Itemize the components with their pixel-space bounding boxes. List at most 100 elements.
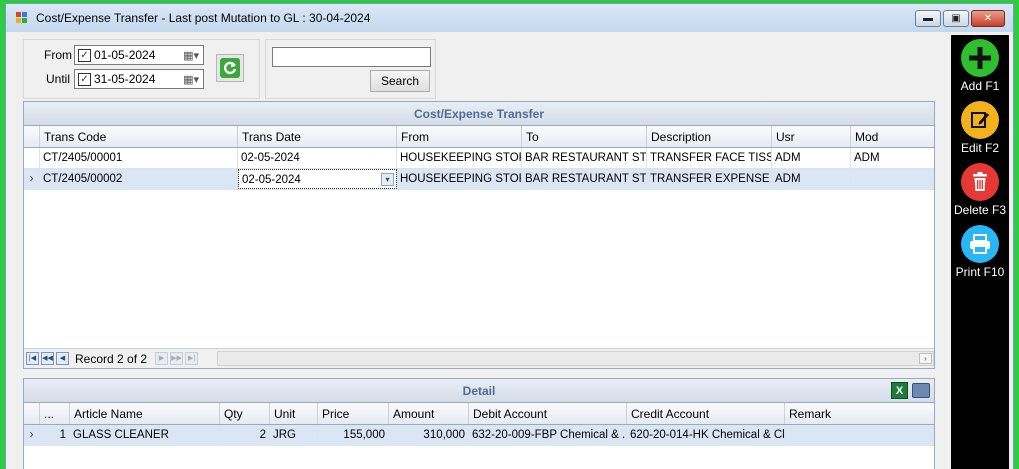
- column-header-no[interactable]: ...: [40, 403, 70, 424]
- column-header-unit[interactable]: Unit: [270, 403, 318, 424]
- cell-trans-date[interactable]: 02-05-2024: [238, 148, 397, 168]
- edit-button[interactable]: Edit F2: [951, 101, 1009, 155]
- calendar-dropdown-icon[interactable]: ▦▾: [183, 49, 199, 62]
- column-header-description[interactable]: Description: [647, 126, 772, 147]
- column-header-amount[interactable]: Amount: [389, 403, 469, 424]
- printer-icon: [961, 225, 999, 263]
- until-date-picker[interactable]: ✓ 31-05-2024 ▦▾: [74, 69, 204, 89]
- maximize-icon: ▣: [951, 13, 961, 24]
- detail-row-selected[interactable]: › 1 GLASS CLEANER 2 JRG 155,000 310,000 …: [24, 425, 934, 446]
- transfer-grid-header: Trans Code Trans Date From To Descriptio…: [24, 126, 934, 148]
- from-date-picker[interactable]: ✓ 01-05-2024 ▦▾: [74, 45, 204, 65]
- maximize-button[interactable]: ▣: [943, 10, 969, 27]
- print-preview-icon[interactable]: [912, 383, 930, 398]
- excel-export-icon[interactable]: X: [891, 382, 908, 399]
- first-record-icon[interactable]: |◀: [26, 352, 39, 365]
- table-row-selected[interactable]: › CT/2405/00002 02-05-2024 ▾ HOUSEKEEPIN…: [24, 169, 934, 190]
- scroll-right-icon[interactable]: ›: [919, 353, 932, 364]
- search-button[interactable]: Search: [370, 70, 430, 92]
- delete-button[interactable]: Delete F3: [951, 163, 1009, 217]
- cell-description[interactable]: TRANSFER FACE TISS...: [647, 148, 772, 168]
- edit-icon: [961, 101, 999, 139]
- next-record-icon[interactable]: ▶: [155, 352, 169, 365]
- cell-to[interactable]: BAR RESTAURANT ST...: [522, 169, 647, 189]
- cell-mod[interactable]: [851, 169, 934, 189]
- trash-icon: [961, 163, 999, 201]
- row-indicator-header: [24, 403, 40, 424]
- dropdown-arrow-icon[interactable]: ▾: [381, 173, 394, 186]
- prev-record-icon[interactable]: ◀: [56, 352, 69, 365]
- window-controls: ▬ ▣ ✕: [915, 10, 1005, 27]
- table-row[interactable]: CT/2405/00001 02-05-2024 HOUSEKEEPING ST…: [24, 148, 934, 169]
- refresh-button[interactable]: [216, 54, 244, 82]
- cell-trans-date-editor[interactable]: 02-05-2024 ▾: [238, 169, 397, 189]
- cell-description[interactable]: TRANSFER EXPENSE ...: [647, 169, 772, 189]
- prev-page-icon[interactable]: ◀◀: [41, 352, 54, 365]
- calendar-dropdown-icon[interactable]: ▦▾: [183, 73, 199, 86]
- row-indicator: ›: [24, 169, 40, 189]
- cell-from[interactable]: HOUSEKEEPING STORE: [397, 148, 522, 168]
- horizontal-scrollbar[interactable]: ›: [217, 351, 934, 366]
- until-date-checkbox[interactable]: ✓: [78, 72, 91, 86]
- record-navigator: |◀ ◀◀ ◀ Record 2 of 2 ▶ ▶▶ ▶| ›: [24, 348, 934, 368]
- print-button[interactable]: Print F10: [951, 225, 1009, 279]
- action-sidebar: Add F1 Edit F2 Delete F3 Print F10: [951, 35, 1009, 469]
- from-date-value: 01-05-2024: [94, 48, 156, 62]
- minimize-button[interactable]: ▬: [915, 10, 941, 27]
- column-header-credit-account[interactable]: Credit Account: [627, 403, 785, 424]
- column-header-trans-date[interactable]: Trans Date: [238, 126, 397, 147]
- column-header-debit-account[interactable]: Debit Account: [469, 403, 627, 424]
- until-label: Until: [46, 72, 71, 86]
- from-label: From: [44, 48, 72, 62]
- column-header-remark[interactable]: Remark: [785, 403, 934, 424]
- cell-to[interactable]: BAR RESTAURANT ST...: [522, 148, 647, 168]
- cell-article-name[interactable]: GLASS CLEANER: [70, 425, 220, 445]
- cell-unit[interactable]: JRG: [270, 425, 318, 445]
- cell-usr[interactable]: ADM: [772, 148, 851, 168]
- cell-from[interactable]: HOUSEKEEPING STORE: [397, 169, 522, 189]
- transfer-grid: Cost/Expense Transfer Trans Code Trans D…: [23, 101, 935, 369]
- row-indicator: ›: [24, 425, 40, 445]
- last-record-icon[interactable]: ▶|: [185, 352, 199, 365]
- detail-grid-title: Detail: [462, 384, 496, 398]
- transfer-grid-caption: Cost/Expense Transfer: [24, 102, 934, 126]
- title-bar: Cost/Expense Transfer - Last post Mutati…: [6, 4, 1013, 32]
- add-button[interactable]: Add F1: [951, 39, 1009, 93]
- cell-price[interactable]: 155,000: [318, 425, 389, 445]
- cell-remark[interactable]: [785, 425, 934, 445]
- column-header-usr[interactable]: Usr: [772, 126, 851, 147]
- cell-trans-date: 02-05-2024: [242, 174, 301, 186]
- window-title: Cost/Expense Transfer - Last post Mutati…: [36, 11, 371, 25]
- column-header-article-name[interactable]: Article Name: [70, 403, 220, 424]
- column-header-mod[interactable]: Mod: [851, 126, 934, 147]
- cell-usr[interactable]: ADM: [772, 169, 851, 189]
- cell-trans-code[interactable]: CT/2405/00001: [40, 148, 238, 168]
- next-page-icon[interactable]: ▶▶: [170, 352, 184, 365]
- cell-no[interactable]: 1: [40, 425, 70, 445]
- minimize-icon: ▬: [923, 13, 933, 24]
- refresh-icon: [220, 58, 240, 78]
- column-header-trans-code[interactable]: Trans Code: [40, 126, 238, 147]
- cell-credit-account[interactable]: 620-20-014-HK Chemical & Cl...: [627, 425, 785, 445]
- detail-grid: Detail X ... Article Name Qty Unit Price…: [23, 378, 935, 469]
- cell-trans-code[interactable]: CT/2405/00002: [40, 169, 238, 189]
- from-date-checkbox[interactable]: ✓: [78, 48, 91, 62]
- column-header-price[interactable]: Price: [318, 403, 389, 424]
- close-button[interactable]: ✕: [971, 10, 1005, 27]
- search-input[interactable]: [272, 47, 431, 67]
- app-icon: [16, 12, 28, 24]
- detail-grid-caption: Detail X: [24, 379, 934, 403]
- close-icon: ✕: [983, 13, 993, 24]
- detail-grid-header: ... Article Name Qty Unit Price Amount D…: [24, 403, 934, 425]
- column-header-to[interactable]: To: [522, 126, 647, 147]
- row-indicator-header: [24, 126, 40, 147]
- row-indicator: [24, 148, 40, 168]
- cell-amount[interactable]: 310,000: [389, 425, 469, 445]
- cell-debit-account[interactable]: 632-20-009-FBP Chemical & ...: [469, 425, 627, 445]
- column-header-from[interactable]: From: [397, 126, 522, 147]
- column-header-qty[interactable]: Qty: [220, 403, 270, 424]
- record-status: Record 2 of 2: [75, 351, 148, 366]
- cell-qty[interactable]: 2: [220, 425, 270, 445]
- cell-mod[interactable]: ADM: [851, 148, 934, 168]
- until-date-value: 31-05-2024: [94, 72, 156, 86]
